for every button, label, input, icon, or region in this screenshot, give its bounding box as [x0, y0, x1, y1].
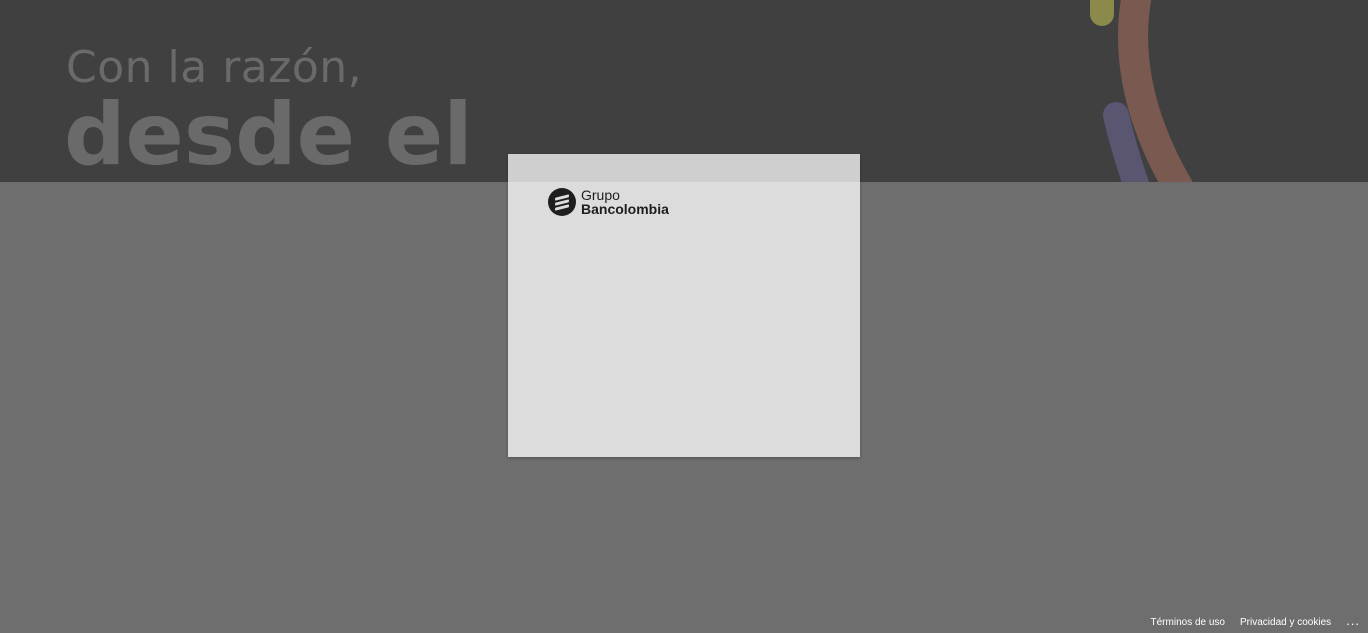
privacy-cookies-link[interactable]: Privacidad y cookies [1240, 617, 1331, 628]
terms-of-use-link[interactable]: Términos de uso [1151, 617, 1225, 628]
logo-text: Grupo Bancolombia [581, 188, 669, 216]
company-logo: Grupo Bancolombia [548, 188, 669, 216]
hero-headline-line2: desde el [64, 85, 473, 182]
bancolombia-logo-icon [548, 188, 576, 216]
logo-text-line2: Bancolombia [581, 201, 669, 217]
card-header-shade [508, 154, 860, 182]
ellipsis-icon[interactable]: ... [1346, 614, 1360, 627]
logo-text-line1: Grupo [581, 187, 620, 203]
sign-in-card: Grupo Bancolombia [508, 154, 860, 457]
page: Con la razón, desde el Grupo Bancolombia… [0, 0, 1368, 633]
decorative-curves-icon [1090, 0, 1193, 182]
footer: Términos de uso Privacidad y cookies ... [1151, 614, 1360, 629]
